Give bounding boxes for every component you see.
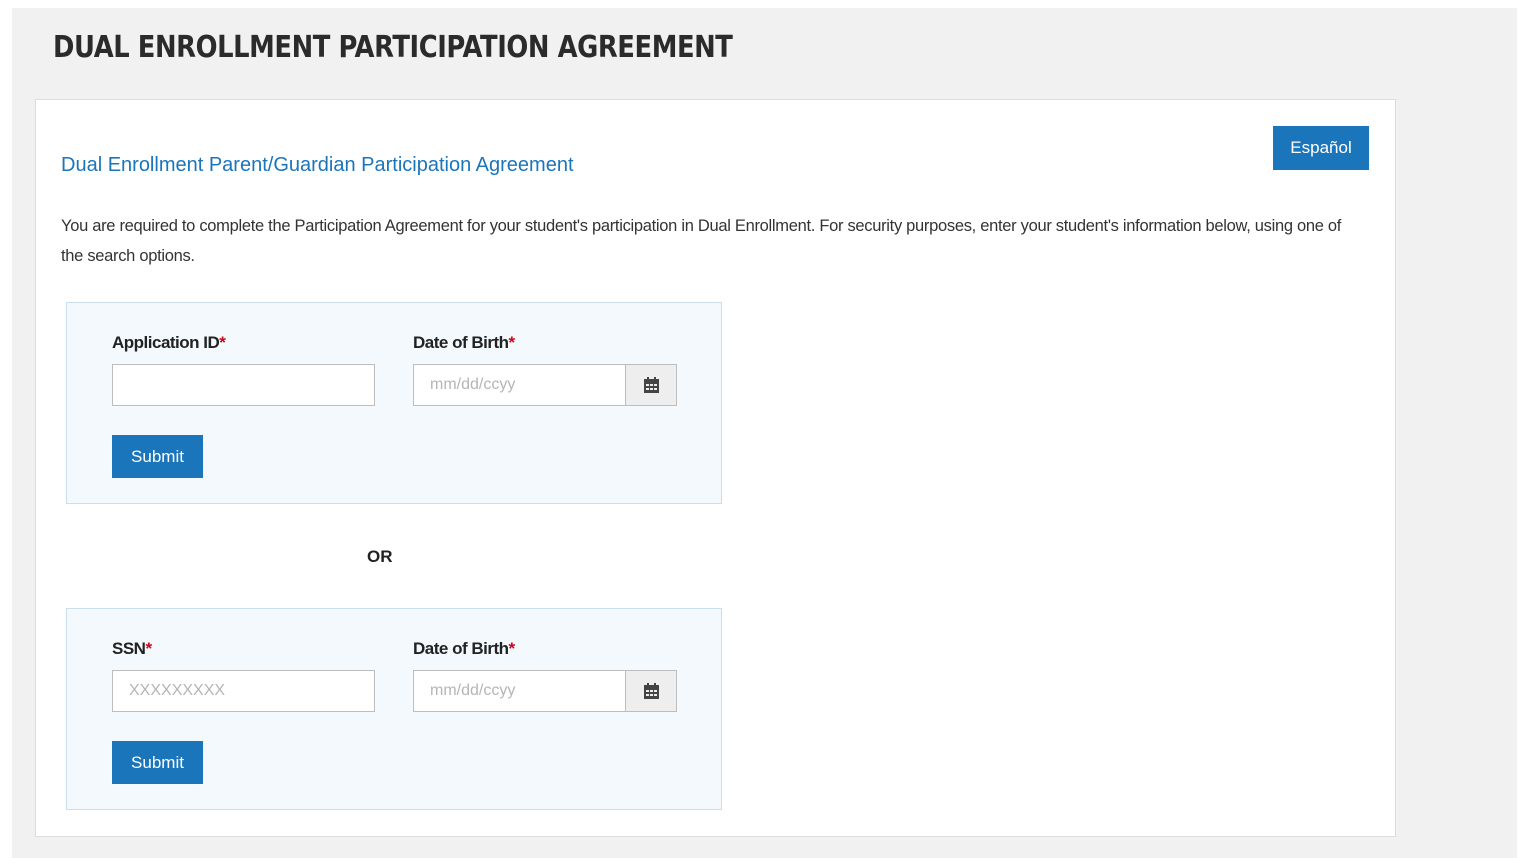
ssn-search-panel: SSN* Date of Birth*	[66, 608, 722, 810]
intro-text: You are required to complete the Partici…	[61, 217, 1342, 265]
application-id-search-panel: Application ID* Date of Birth* mm/dd/ccy…	[66, 302, 722, 504]
dob-input[interactable]	[414, 365, 626, 405]
ssn-label: SSN*	[112, 639, 152, 658]
dob-date-picker	[413, 364, 677, 406]
required-asterisk: *	[508, 333, 516, 352]
dob-label: Date of Birth*	[413, 333, 516, 352]
required-asterisk: *	[508, 639, 516, 658]
submit-button[interactable]: Submit	[112, 435, 203, 478]
calendar-icon	[643, 683, 659, 699]
submit-button[interactable]: Submit	[112, 741, 203, 784]
dob-date-picker	[413, 670, 677, 712]
calendar-button[interactable]	[625, 671, 676, 711]
page-title: DUAL ENROLLMENT PARTICIPATION AGREEMENT	[53, 30, 733, 65]
card-heading: Dual Enrollment Parent/Guardian Particip…	[61, 154, 574, 176]
agreement-card: Español Dual Enrollment Parent/Guardian …	[35, 99, 1396, 837]
calendar-icon	[643, 377, 659, 393]
application-id-input[interactable]	[112, 364, 375, 406]
or-separator: OR	[367, 547, 393, 566]
required-asterisk: *	[219, 333, 226, 352]
espanol-button[interactable]: Español	[1273, 126, 1369, 170]
application-id-label: Application ID*	[112, 333, 226, 352]
dob-label: Date of Birth*	[413, 639, 516, 658]
calendar-button[interactable]	[625, 365, 676, 405]
dob-input[interactable]	[414, 671, 626, 711]
required-asterisk: *	[145, 639, 152, 658]
ssn-input[interactable]	[112, 670, 375, 712]
page-container: DUAL ENROLLMENT PARTICIPATION AGREEMENT …	[12, 8, 1517, 858]
